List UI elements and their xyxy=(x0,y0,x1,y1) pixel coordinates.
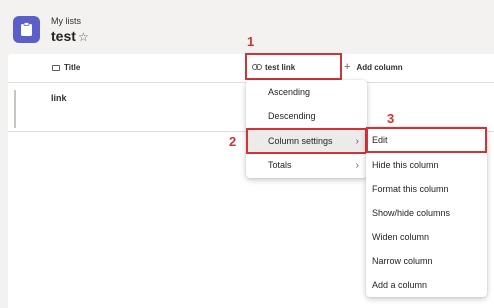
highlight-box-step1 xyxy=(245,53,342,80)
step-number-3: 3 xyxy=(387,111,395,126)
step-number-1: 1 xyxy=(247,34,255,49)
menu-item-totals[interactable]: Totals › xyxy=(246,153,367,177)
submenu-item-narrow-column[interactable]: Narrow column xyxy=(366,249,487,273)
menu-item-descending[interactable]: Descending xyxy=(246,104,367,128)
plus-icon: + xyxy=(344,61,351,73)
chevron-right-icon: › xyxy=(355,159,359,171)
add-column-button[interactable]: + Add column xyxy=(344,61,403,73)
row-selector[interactable] xyxy=(14,90,16,128)
clipboard-list-icon xyxy=(21,22,32,36)
step-number-2: 2 xyxy=(229,134,237,149)
page-title: test xyxy=(51,28,76,44)
column-header-title[interactable]: Title xyxy=(52,63,80,72)
breadcrumb[interactable]: My lists xyxy=(51,16,81,26)
highlight-box-step3 xyxy=(366,127,487,153)
text-column-icon xyxy=(52,64,60,71)
submenu-item-widen-column[interactable]: Widen column xyxy=(366,225,487,249)
submenu-item-show-hide-columns[interactable]: Show/hide columns xyxy=(366,201,487,225)
title-cell[interactable]: link xyxy=(51,93,67,103)
submenu-item-hide-column[interactable]: Hide this column xyxy=(366,153,487,177)
favorite-star-icon[interactable]: ☆ xyxy=(78,30,89,44)
submenu-item-format-column[interactable]: Format this column xyxy=(366,177,487,201)
menu-item-ascending[interactable]: Ascending xyxy=(246,80,367,104)
app-icon xyxy=(13,16,40,43)
submenu-item-add-column[interactable]: Add a column xyxy=(366,273,487,297)
highlight-box-step2 xyxy=(246,128,367,154)
